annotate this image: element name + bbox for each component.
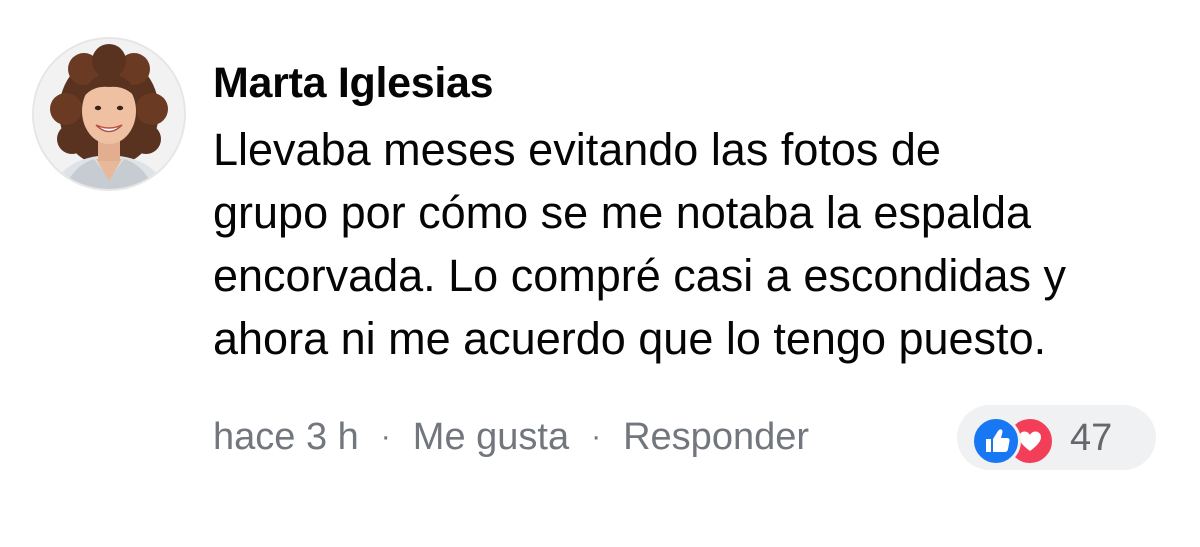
like-button[interactable]: Me gusta [413,416,569,459]
comment-actions: hace 3 h · Me gusta · Responder [213,412,809,462]
comment-body: Llevaba meses evitando las fotos de grup… [213,118,1183,370]
comment-author[interactable]: Marta Iglesias [213,58,494,108]
comment-body-line: encorvada. Lo compré casi a escondidas y [213,250,1066,301]
comment-body-line: Llevaba meses evitando las fotos de [213,124,941,175]
like-icon [971,416,1021,466]
avatar-photo [34,39,184,189]
avatar[interactable] [34,39,184,189]
reaction-count: 47 [1070,417,1113,459]
comment-body-line: ahora ni me acuerdo que lo tengo puesto. [213,313,1047,364]
reply-button[interactable]: Responder [623,416,809,459]
comment-body-line: grupo por cómo se me notaba la espalda [213,187,1032,238]
reactions-summary[interactable]: 47 [957,405,1156,470]
comment: Marta Iglesias Llevaba meses evitando la… [0,0,1200,547]
separator-dot: · [591,420,602,453]
separator-dot: · [380,420,391,453]
timestamp-link[interactable]: hace 3 h [213,416,359,459]
